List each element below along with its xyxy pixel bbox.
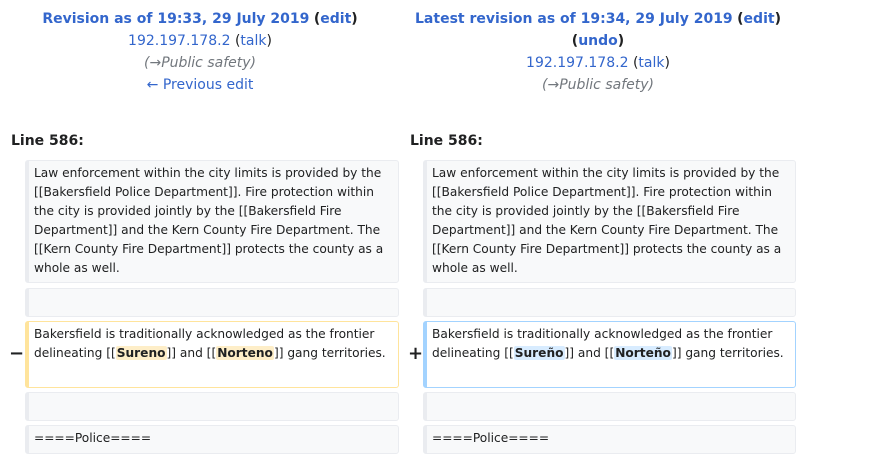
added-line-marker: + bbox=[408, 343, 424, 364]
previous-edit-link[interactable]: ← Previous edit bbox=[147, 77, 254, 93]
right-revision-title-line: Latest revision as of 19:34, 29 July 201… bbox=[415, 11, 781, 27]
left-edit-summary: (→Public safety) bbox=[144, 55, 256, 71]
undo-link[interactable]: undo bbox=[578, 33, 618, 49]
left-empty-context-line-2 bbox=[25, 392, 399, 421]
left-context-paragraph: Law enforcement within the city limits i… bbox=[25, 160, 399, 283]
right-line-number: Line 586: bbox=[410, 133, 483, 149]
right-user-line: 192.197.178.2 (talk) bbox=[526, 55, 670, 71]
right-empty-context-line bbox=[423, 288, 796, 317]
right-context-paragraph: Law enforcement within the city limits i… bbox=[423, 160, 796, 283]
right-talk-link[interactable]: talk bbox=[638, 55, 664, 71]
right-revision-header: Latest revision as of 19:34, 29 July 201… bbox=[398, 8, 798, 96]
added-word-sureno: Sureño bbox=[513, 346, 565, 360]
left-revision-title-link[interactable]: Revision as of 19:33, 29 July 2019 bbox=[42, 11, 309, 27]
left-revision-header: Revision as of 19:33, 29 July 2019 (edit… bbox=[0, 8, 400, 96]
right-empty-context-line-2 bbox=[423, 392, 796, 421]
right-context-heading: ====Police==== bbox=[423, 425, 796, 454]
added-line: Bakersfield is traditionally acknowledge… bbox=[423, 321, 796, 388]
right-edit-summary: (→Public safety) bbox=[542, 77, 654, 93]
left-edit-link[interactable]: edit bbox=[320, 11, 351, 27]
right-edit-link[interactable]: edit bbox=[744, 11, 775, 27]
added-word-norteno: Norteño bbox=[614, 346, 672, 360]
left-empty-context-line bbox=[25, 288, 399, 317]
removed-word-norteno: Norteno bbox=[216, 346, 274, 360]
right-revision-title-link[interactable]: Latest revision as of 19:34, 29 July 201… bbox=[415, 11, 733, 27]
removed-word-sureno: Sureno bbox=[115, 346, 167, 360]
left-context-heading: ====Police==== bbox=[25, 425, 399, 454]
removed-line: Bakersfield is traditionally acknowledge… bbox=[25, 321, 399, 388]
left-user-line: 192.197.178.2 (talk) bbox=[128, 33, 272, 49]
removed-line-marker: − bbox=[9, 343, 25, 364]
left-user-link[interactable]: 192.197.178.2 bbox=[128, 33, 230, 49]
left-talk-link[interactable]: talk bbox=[240, 33, 266, 49]
left-line-number: Line 586: bbox=[11, 133, 84, 149]
left-revision-title-line: Revision as of 19:33, 29 July 2019 (edit… bbox=[42, 11, 358, 27]
right-user-link[interactable]: 192.197.178.2 bbox=[526, 55, 628, 71]
